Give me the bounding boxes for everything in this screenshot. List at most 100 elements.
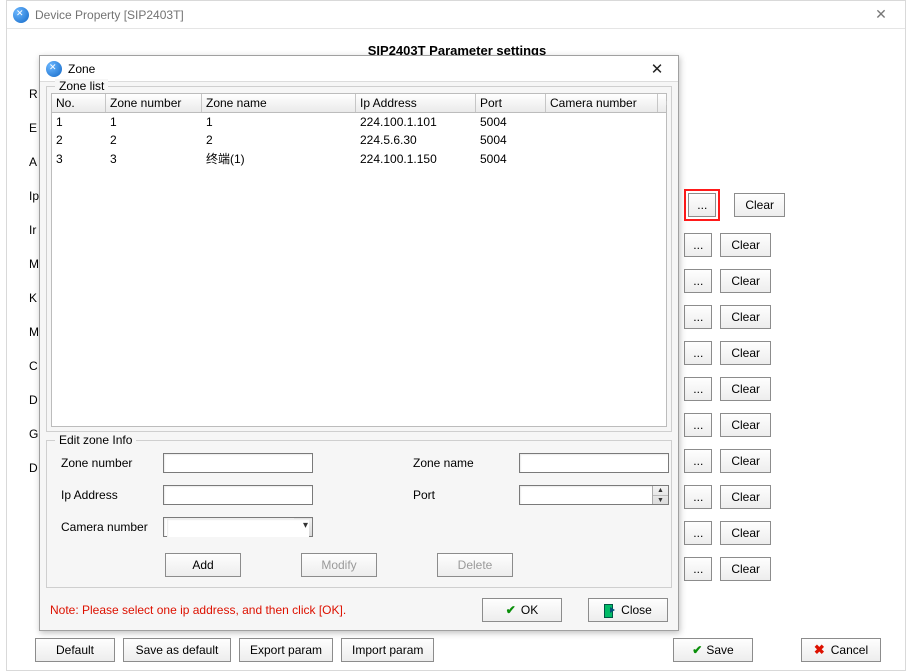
add-button[interactable]: Add: [165, 553, 241, 577]
cancel-button[interactable]: ✖ Cancel: [801, 638, 881, 662]
browse-button[interactable]: ...: [684, 485, 712, 509]
port-field[interactable]: [519, 485, 669, 505]
zone-titlebar: Zone ✕: [40, 56, 678, 82]
browse-button[interactable]: ...: [684, 521, 712, 545]
zone-number-field[interactable]: [163, 453, 313, 473]
cell-zone-number: 3: [106, 151, 202, 167]
truncated-label: D: [29, 383, 39, 417]
browse-button[interactable]: ...: [684, 269, 712, 293]
zone-list-fieldset: Zone list No. Zone number Zone name Ip A…: [46, 86, 672, 432]
zone-list-header: No. Zone number Zone name Ip Address Por…: [51, 93, 667, 113]
clear-button[interactable]: Clear: [720, 233, 771, 257]
table-row[interactable]: 111224.100.1.1015004: [52, 113, 666, 131]
zone-name-field[interactable]: [519, 453, 669, 473]
cell-zone-number: 2: [106, 132, 202, 148]
close-button[interactable]: Close: [588, 598, 668, 622]
default-button[interactable]: Default: [35, 638, 115, 662]
cell-no: 1: [52, 114, 106, 130]
clear-button[interactable]: Clear: [720, 305, 771, 329]
browse-button[interactable]: ...: [688, 193, 716, 217]
col-camera[interactable]: Camera number: [546, 94, 658, 112]
clear-button[interactable]: Clear: [720, 413, 771, 437]
door-exit-icon: [604, 604, 616, 616]
save-button-label: Save: [706, 643, 733, 657]
ip-address-field[interactable]: [163, 485, 313, 505]
side-row: ... Clear: [684, 233, 785, 257]
export-param-button[interactable]: Export param: [239, 638, 333, 662]
save-as-default-button[interactable]: Save as default: [123, 638, 231, 662]
truncated-label: M: [29, 247, 39, 281]
col-port[interactable]: Port: [476, 94, 546, 112]
label-port: Port: [413, 488, 519, 502]
cell-zone-name: 2: [202, 132, 356, 148]
side-button-column: ...Clear...Clear...Clear...Clear...Clear…: [684, 189, 785, 581]
col-ip[interactable]: Ip Address: [356, 94, 476, 112]
side-row: ... Clear: [684, 377, 785, 401]
browse-button[interactable]: ...: [684, 557, 712, 581]
highlighted-browse: ...: [684, 189, 720, 221]
browse-button[interactable]: ...: [684, 413, 712, 437]
modify-button[interactable]: Modify: [301, 553, 377, 577]
side-row: ... Clear: [684, 557, 785, 581]
side-row: ... Clear: [684, 485, 785, 509]
truncated-label: D: [29, 451, 39, 485]
cell-zone-name: 终端(1): [202, 149, 356, 168]
cell-no: 3: [52, 151, 106, 167]
label-ip: Ip Address: [61, 488, 163, 502]
clear-button[interactable]: Clear: [720, 269, 771, 293]
col-no[interactable]: No.: [52, 94, 106, 112]
cell-zone-number: 1: [106, 114, 202, 130]
table-row[interactable]: 33终端(1)224.100.1.1505004: [52, 149, 666, 167]
col-zone-name[interactable]: Zone name: [202, 94, 356, 112]
save-button[interactable]: ✔ Save: [673, 638, 753, 662]
browse-button[interactable]: ...: [684, 305, 712, 329]
close-icon[interactable]: ✕: [642, 60, 672, 78]
truncated-label: C: [29, 349, 39, 383]
parent-titlebar: Device Property [SIP2403T] ✕: [7, 1, 905, 29]
device-property-window: Device Property [SIP2403T] ✕ SIP2403T Pa…: [6, 0, 906, 671]
camera-number-field[interactable]: [167, 519, 309, 537]
clear-button[interactable]: Clear: [720, 341, 771, 365]
parent-bottom-bar: Default Save as default Export param Imp…: [35, 638, 889, 662]
truncated-label: Ir: [29, 213, 39, 247]
browse-button[interactable]: ...: [684, 341, 712, 365]
close-button-label: Close: [621, 603, 652, 617]
ok-button-label: OK: [521, 603, 538, 617]
side-row: ... Clear: [684, 269, 785, 293]
clear-button[interactable]: Clear: [720, 521, 771, 545]
zone-list-body[interactable]: 111224.100.1.1015004222224.5.6.30500433终…: [51, 113, 667, 427]
clear-button[interactable]: Clear: [720, 557, 771, 581]
truncated-label: Ip: [29, 179, 39, 213]
browse-button[interactable]: ...: [684, 377, 712, 401]
left-truncated-labels: REAIpIrMKMCDGD: [29, 77, 39, 485]
clear-button[interactable]: Clear: [720, 485, 771, 509]
cell-port: 5004: [476, 114, 546, 130]
truncated-label: K: [29, 281, 39, 315]
side-row: ... Clear: [684, 521, 785, 545]
cell-camera: [546, 139, 658, 141]
col-zone-number[interactable]: Zone number: [106, 94, 202, 112]
cell-no: 2: [52, 132, 106, 148]
close-icon[interactable]: ✕: [863, 4, 899, 26]
side-row: ... Clear: [684, 305, 785, 329]
label-zone-name: Zone name: [413, 456, 519, 470]
check-icon: ✔: [506, 603, 516, 617]
table-row[interactable]: 222224.5.6.305004: [52, 131, 666, 149]
clear-button[interactable]: Clear: [720, 377, 771, 401]
parent-body: SIP2403T Parameter settings: [7, 29, 905, 58]
clear-button[interactable]: Clear: [734, 193, 785, 217]
zone-note: Note: Please select one ip address, and …: [50, 603, 346, 617]
clear-button[interactable]: Clear: [720, 449, 771, 473]
edit-zone-fieldset: Edit zone Info Zone number Zone name Ip …: [46, 440, 672, 588]
ok-button[interactable]: ✔ OK: [482, 598, 562, 622]
zone-footer: Note: Please select one ip address, and …: [40, 592, 678, 630]
cell-port: 5004: [476, 132, 546, 148]
delete-button[interactable]: Delete: [437, 553, 513, 577]
cell-ip: 224.100.1.101: [356, 114, 476, 130]
port-spinner[interactable]: ▲▼: [652, 486, 668, 504]
import-param-button[interactable]: Import param: [341, 638, 434, 662]
parent-title: Device Property [SIP2403T]: [35, 8, 184, 22]
cell-ip: 224.100.1.150: [356, 151, 476, 167]
browse-button[interactable]: ...: [684, 233, 712, 257]
browse-button[interactable]: ...: [684, 449, 712, 473]
